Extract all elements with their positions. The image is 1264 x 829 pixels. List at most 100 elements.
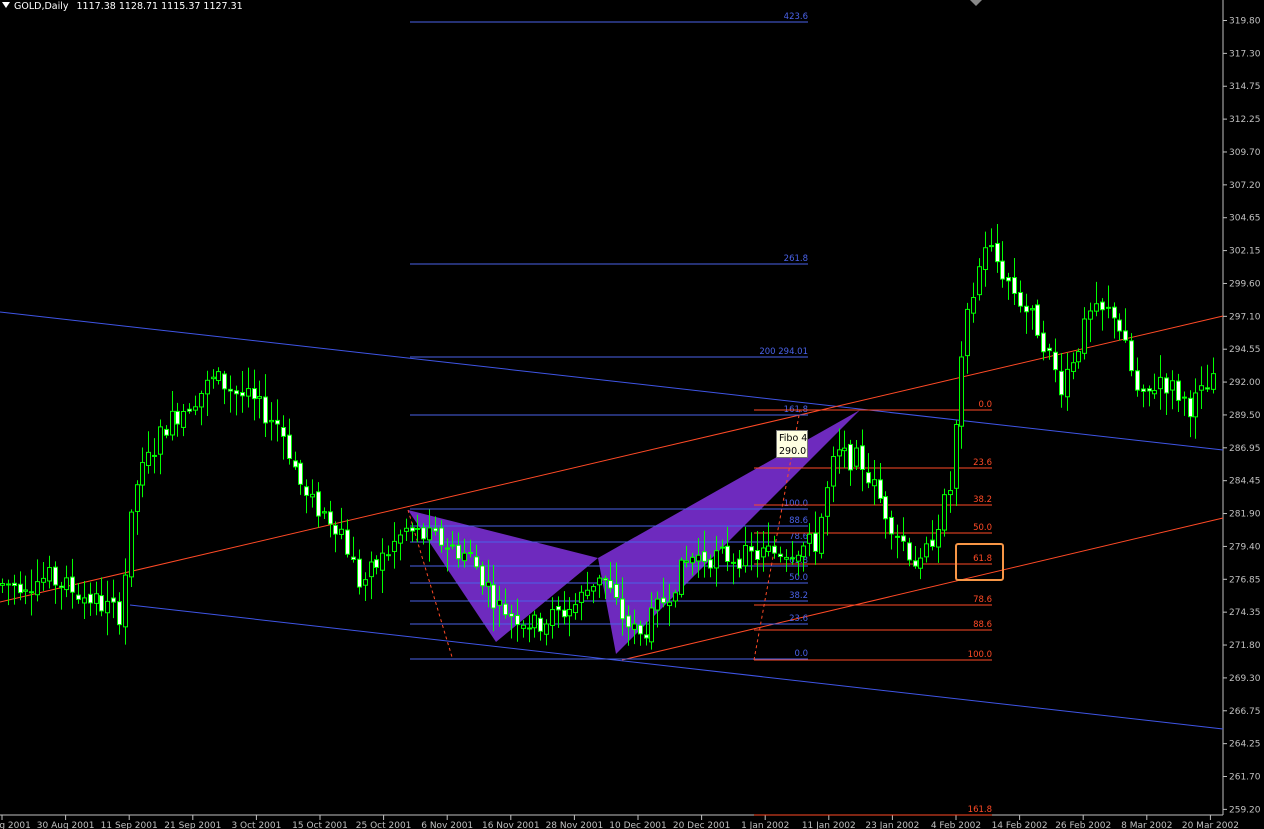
candle-body	[298, 462, 303, 485]
candle-body	[954, 423, 959, 489]
candle-body	[731, 561, 736, 564]
candle-body	[562, 609, 567, 618]
candle-body	[450, 544, 455, 547]
candle-body	[1123, 330, 1128, 341]
candle-body	[164, 428, 169, 436]
candle-body	[544, 623, 549, 635]
price-axis-label: 261.70	[1229, 773, 1261, 783]
candle-body	[772, 545, 777, 554]
candle-body	[1193, 392, 1198, 418]
candle-body	[842, 447, 847, 452]
price-axis-label: 269.30	[1229, 674, 1261, 684]
time-axis-label: 30 Aug 2001	[37, 821, 95, 829]
candle-body	[117, 601, 122, 626]
candle-body	[29, 591, 34, 594]
tooltip-price: 290.09	[779, 446, 807, 457]
candle-body	[930, 539, 935, 547]
candle-body	[702, 551, 707, 562]
candle-body	[76, 594, 81, 600]
price-axis-label: 319.80	[1229, 17, 1261, 27]
candle-body	[1129, 340, 1134, 372]
candle-body	[708, 559, 713, 569]
price-chart[interactable]: 319.80 317.30 314.75 312.25 309.70 307.20 304.…	[0, 0, 1264, 829]
price-axis-label: 266.75	[1229, 707, 1261, 717]
candle-body	[427, 527, 432, 541]
candle-body	[866, 472, 871, 484]
time-axis-label: 21 Sep 2001	[164, 821, 221, 829]
candle-body	[240, 392, 245, 397]
candle-body	[521, 624, 526, 629]
candle-body	[556, 605, 561, 611]
time-axis-label: 28 Nov 2001	[546, 821, 604, 829]
candle-body	[895, 535, 900, 538]
candle-body	[761, 547, 766, 558]
candle-body	[778, 553, 783, 557]
candle-body	[374, 559, 379, 568]
candle-body	[579, 591, 584, 603]
candle-body	[456, 544, 461, 560]
candle-body	[222, 373, 227, 390]
price-axis-label: 312.25	[1229, 115, 1261, 125]
candle-body	[47, 567, 52, 582]
candle-body	[813, 532, 818, 552]
fibo-orange-level-label: 0.0	[978, 400, 992, 410]
fibo-orange-level-label: 50.0	[973, 523, 992, 533]
dropdown-triangle-icon[interactable]	[2, 2, 10, 8]
candle-body	[181, 411, 186, 428]
fibo-orange-level-label: 78.6	[973, 595, 992, 605]
candle-body	[1211, 373, 1216, 390]
candle-body	[404, 527, 409, 532]
candle-body	[1106, 306, 1111, 309]
candle-body	[638, 624, 643, 635]
candle-body	[1053, 351, 1058, 371]
candle-body	[649, 607, 654, 643]
candle-body	[983, 247, 988, 271]
candle-body	[1024, 305, 1029, 313]
time-axis-label: 20 Aug 2001	[0, 821, 31, 829]
time-axis-label: 23 Jan 2002	[865, 821, 919, 829]
candle-body	[199, 392, 204, 408]
candle-body	[82, 597, 87, 604]
candle-body	[725, 545, 730, 562]
candle-body	[977, 266, 982, 296]
candle-body	[878, 479, 883, 499]
candle-body	[35, 581, 40, 596]
candle-body	[205, 379, 210, 395]
candle-body	[1170, 380, 1175, 391]
fibo-blue-level-label: 200 294.01	[759, 347, 808, 357]
chart-area[interactable]: 319.80 317.30 314.75 312.25 309.70 307.20 304.…	[0, 0, 1264, 829]
candle-body	[1141, 388, 1146, 392]
chart-title-bar: GOLD,Daily 1117.38 1128.71 1115.37 1127.3…	[0, 0, 243, 14]
fibo-blue-level-label: 423.6	[784, 12, 808, 22]
price-axis-label: 297.10	[1229, 312, 1261, 322]
candle-body	[345, 529, 350, 555]
price-axis-label: 292.00	[1229, 378, 1261, 388]
candle-body	[1176, 380, 1181, 401]
fibo-blue-level-label: 38.2	[789, 591, 808, 601]
candle-body	[1071, 362, 1076, 372]
candle-body	[310, 493, 315, 498]
candle-body	[515, 615, 520, 626]
candle-body	[755, 550, 760, 560]
price-axis-label: 307.20	[1229, 181, 1261, 191]
candle-body	[819, 516, 824, 554]
candle-body	[801, 545, 806, 558]
tooltip-object-name: Fibo 42163	[779, 433, 808, 444]
candle-body	[211, 376, 216, 380]
candle-body	[679, 559, 684, 595]
candle-body	[614, 583, 619, 598]
candle-body	[88, 593, 93, 604]
candle-body	[603, 577, 608, 581]
candle-body	[837, 449, 842, 457]
candle-body	[720, 546, 725, 549]
candle-body	[252, 388, 257, 400]
fibo-orange-level-label: 23.6	[973, 458, 992, 468]
candle-body	[129, 511, 134, 578]
candle-body	[1188, 397, 1193, 418]
candle-body	[304, 486, 309, 496]
candle-body	[1088, 310, 1093, 320]
price-axis-label: 281.90	[1229, 510, 1261, 520]
candle-body	[1059, 370, 1064, 396]
price-axis-label: 314.75	[1229, 82, 1261, 92]
price-axis-label: 302.15	[1229, 247, 1261, 257]
